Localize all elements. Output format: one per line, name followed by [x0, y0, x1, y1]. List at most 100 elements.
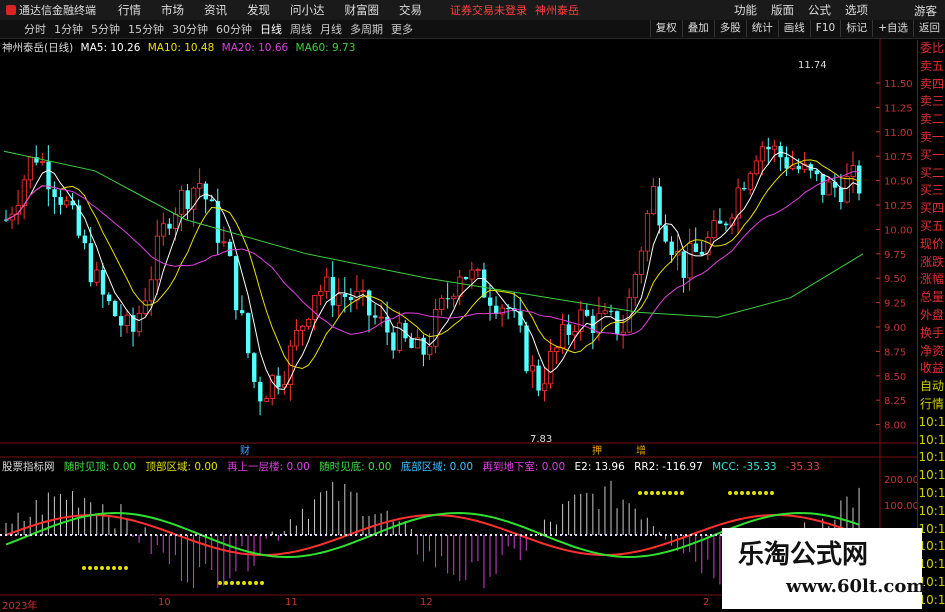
tab-daily[interactable]: 日线 [256, 21, 286, 37]
tool-f10[interactable]: F10 [809, 20, 840, 37]
candle-up [644, 213, 651, 252]
tool-duogu[interactable]: 多股 [713, 20, 746, 37]
side-item[interactable]: 外盘 [918, 307, 945, 325]
side-item[interactable]: 涨跌 [918, 254, 945, 272]
side-item[interactable]: 10:1 [918, 503, 945, 521]
side-item[interactable]: 10:1 [918, 449, 945, 467]
side-item[interactable]: 卖一 [918, 129, 945, 147]
side-item[interactable]: 卖二 [918, 111, 945, 129]
tab-60min[interactable]: 60分钟 [212, 21, 256, 37]
candle-up [396, 322, 403, 351]
menu-shichang[interactable]: 市场 [151, 2, 194, 18]
signal-dot [260, 581, 264, 585]
tool-diejia[interactable]: 叠加 [681, 20, 714, 37]
side-item[interactable]: 买五 [918, 218, 945, 236]
stock-name-alert[interactable]: 神州泰岳 [531, 2, 583, 18]
tab-fenshi[interactable]: 分时 [20, 21, 50, 37]
candle-down [367, 290, 372, 316]
candle-down [106, 294, 112, 302]
signal-dot [118, 566, 122, 570]
candle-up [529, 365, 536, 372]
kline-chart[interactable]: 200.00 100.00 11.50 11.25 11.00 10.75 10.50 10… [0, 38, 917, 609]
menu-xuanxiang[interactable]: 选项 [838, 2, 875, 18]
menu-zixun[interactable]: 资讯 [194, 2, 237, 18]
tab-multi-period[interactable]: 多周期 [346, 21, 387, 37]
side-item[interactable]: 卖四 [918, 76, 945, 94]
candle-down [342, 294, 348, 297]
menu-faxian[interactable]: 发现 [237, 2, 280, 18]
side-item[interactable]: 总量 [918, 289, 945, 307]
candle-down [699, 251, 705, 255]
candle-down [215, 201, 221, 243]
tab-15min[interactable]: 15分钟 [124, 21, 168, 37]
candle-up [542, 383, 548, 391]
trade-login-alert[interactable]: 证券交易未登录 [446, 2, 531, 18]
tab-5min[interactable]: 5分钟 [87, 21, 124, 37]
price-tick-label: 11.50 [884, 79, 913, 90]
tab-30min[interactable]: 30分钟 [168, 21, 212, 37]
side-item[interactable]: 买四 [918, 200, 945, 218]
side-item[interactable]: 收益 [918, 360, 945, 378]
side-item[interactable]: 10:1 [918, 556, 945, 574]
tool-fanhui[interactable]: 返回 [913, 20, 945, 37]
side-item[interactable]: 卖五 [918, 58, 945, 76]
menu-jiaoyi[interactable]: 交易 [389, 2, 432, 18]
side-item[interactable]: 10:1 [918, 432, 945, 450]
tool-fuquan[interactable]: 复权 [649, 20, 682, 37]
candle-up [759, 146, 766, 162]
side-item[interactable]: 涨幅 [918, 271, 945, 289]
ma-lines [3, 150, 864, 390]
ind-sui-shi-jian-ding: 随时见顶: 0.00 [63, 461, 137, 473]
side-item[interactable]: 自动 [918, 378, 945, 396]
price-tick-label: 10.75 [884, 152, 913, 163]
price-tick-label: 10.25 [884, 201, 913, 212]
side-item[interactable]: 换手 [918, 325, 945, 343]
app-title: 通达信金融终端 [19, 4, 96, 17]
candle-up [136, 313, 142, 333]
side-item[interactable]: 净资 [918, 343, 945, 361]
tab-1min[interactable]: 1分钟 [50, 21, 87, 37]
candle-up [197, 183, 203, 189]
guest-login[interactable]: 游客 [914, 3, 937, 19]
side-item[interactable]: 行情 [918, 396, 945, 414]
candle-down [203, 183, 209, 200]
tool-huaxian[interactable]: 画线 [777, 20, 810, 37]
menu-gongneng[interactable]: 功能 [727, 2, 764, 18]
tab-weekly[interactable]: 周线 [286, 21, 316, 37]
candle-up [318, 291, 324, 296]
side-item[interactable]: 现价 [918, 236, 945, 254]
watermark-box: 乐淘公式网 www.60lt.com [722, 528, 925, 609]
side-item[interactable]: 10:1 [918, 521, 945, 539]
signal-dot [82, 566, 86, 570]
low-price-label: 7.83 [530, 434, 553, 445]
side-item[interactable]: 10:1 [918, 538, 945, 556]
side-item[interactable]: 10:1 [918, 467, 945, 485]
side-item[interactable]: 10:1 [918, 485, 945, 503]
menu-wenxiaoda[interactable]: 问小达 [280, 2, 335, 18]
candle-down [409, 338, 414, 348]
tab-more[interactable]: 更多 [387, 21, 417, 37]
marker-ya: 押 [592, 446, 602, 457]
side-item[interactable]: 买三 [918, 182, 945, 200]
candle-down [58, 197, 63, 205]
candle-up [142, 300, 148, 314]
tab-monthly[interactable]: 月线 [316, 21, 346, 37]
side-item[interactable]: 委比 [918, 40, 945, 58]
price-tick-label: 8.00 [884, 421, 906, 432]
tool-zixuan[interactable]: +自选 [872, 20, 913, 37]
menu-caifuquan[interactable]: 财富圈 [335, 2, 390, 18]
indicator-tick-label: 200.00 [884, 475, 917, 486]
menu-banmian[interactable]: 版面 [764, 2, 801, 18]
menu-hangqing[interactable]: 行情 [108, 2, 151, 18]
candle-up [650, 186, 657, 215]
side-item[interactable]: 10:1 [918, 414, 945, 432]
indicator-legend: 股票指标网 随时见顶: 0.00 顶部区域: 0.00 再上一层楼: 0.00 … [2, 459, 820, 474]
tool-biaoji[interactable]: 标记 [840, 20, 872, 37]
tool-tongji[interactable]: 统计 [745, 20, 778, 37]
side-item[interactable]: 买一 [918, 147, 945, 165]
high-price-label: 11.74 [798, 60, 827, 71]
side-item[interactable]: 卖三 [918, 93, 945, 111]
candle-up [548, 351, 554, 385]
menu-gongshi[interactable]: 公式 [801, 2, 838, 18]
side-item[interactable]: 买二 [918, 165, 945, 183]
